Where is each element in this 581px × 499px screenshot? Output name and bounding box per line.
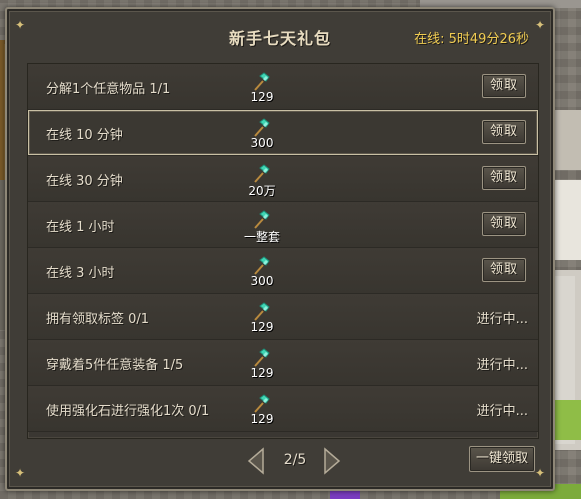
reward[interactable]: 300 [230, 256, 294, 290]
claim-all-button[interactable]: 一键领取 [469, 446, 535, 472]
task-row: 拥有领取标签 0/1 129 进行中... [28, 294, 538, 340]
chevron-right-icon [324, 447, 341, 475]
diamond-hammer-icon [254, 256, 270, 275]
diamond-hammer-icon [254, 118, 270, 137]
reward[interactable]: 20万 [230, 164, 294, 198]
reward-amount: 129 [250, 412, 274, 426]
in-progress-status: 进行中... [476, 358, 528, 373]
next-page-button[interactable] [321, 447, 343, 475]
online-time: 在线: 5时49分26秒 [414, 32, 529, 47]
page-indicator: 2/5 [283, 452, 307, 468]
reward-amount: 300 [250, 136, 274, 150]
pagination: 2/5 一键领取 [7, 445, 553, 475]
task-row: 在线 30 分钟 20万 领取 [28, 156, 538, 202]
diamond-hammer-icon [254, 164, 270, 183]
diamond-hammer-icon [254, 348, 270, 367]
reward[interactable]: 129 [230, 394, 294, 428]
task-row: 在线 1 小时 一整套 领取 [28, 202, 538, 248]
task-row: 使用强化石进行强化1次 0/1 129 进行中... [28, 386, 538, 432]
reward-amount: 129 [250, 320, 274, 334]
claim-button[interactable]: 领取 [482, 120, 526, 144]
reward[interactable]: 129 [230, 72, 294, 106]
task-row: 穿戴着5件任意装备 1/5 129 进行中... [28, 340, 538, 386]
chevron-left-icon [247, 447, 264, 475]
task-row: 在线 3 小时 300 领取 [28, 248, 538, 294]
diamond-hammer-icon [254, 302, 270, 321]
prev-page-button[interactable] [245, 447, 267, 475]
task-label: 使用强化石进行强化1次 0/1 [46, 404, 210, 419]
reward[interactable]: 129 [230, 348, 294, 382]
task-label: 在线 1 小时 [46, 220, 115, 235]
task-label: 穿戴着5件任意装备 1/5 [46, 358, 184, 373]
task-label: 在线 10 分钟 [46, 128, 123, 143]
in-progress-status: 进行中... [476, 404, 528, 419]
diamond-hammer-icon [254, 72, 270, 91]
task-list: 分解1个任意物品 1/1 129 领取 在线 10 分钟 300 领取 在线 3… [27, 63, 539, 439]
task-label: 在线 30 分钟 [46, 174, 123, 189]
reward[interactable]: 一整套 [230, 210, 294, 244]
diamond-hammer-icon [254, 210, 270, 229]
newbie-gift-window: ✦ ✦ ✦ ✦ 新手七天礼包 在线: 5时49分26秒 分解1个任意物品 1/1… [5, 7, 555, 491]
reward-amount: 20万 [248, 184, 276, 198]
claim-button[interactable]: 领取 [482, 166, 526, 190]
task-label: 拥有领取标签 0/1 [46, 312, 150, 327]
task-row: 分解1个任意物品 1/1 129 领取 [28, 64, 538, 110]
reward-amount: 129 [250, 366, 274, 380]
reward-amount: 129 [250, 90, 274, 104]
claim-button[interactable]: 领取 [482, 258, 526, 282]
reward[interactable]: 300 [230, 118, 294, 152]
task-row-selected: 在线 10 分钟 300 领取 [28, 110, 538, 156]
task-label: 在线 3 小时 [46, 266, 115, 281]
task-label: 分解1个任意物品 1/1 [46, 82, 171, 97]
reward-amount: 一整套 [243, 230, 280, 244]
diamond-hammer-icon [254, 394, 270, 413]
claim-button[interactable]: 领取 [482, 74, 526, 98]
claim-button[interactable]: 领取 [482, 212, 526, 236]
in-progress-status: 进行中... [476, 312, 528, 327]
reward[interactable]: 129 [230, 302, 294, 336]
reward-amount: 300 [250, 274, 274, 288]
